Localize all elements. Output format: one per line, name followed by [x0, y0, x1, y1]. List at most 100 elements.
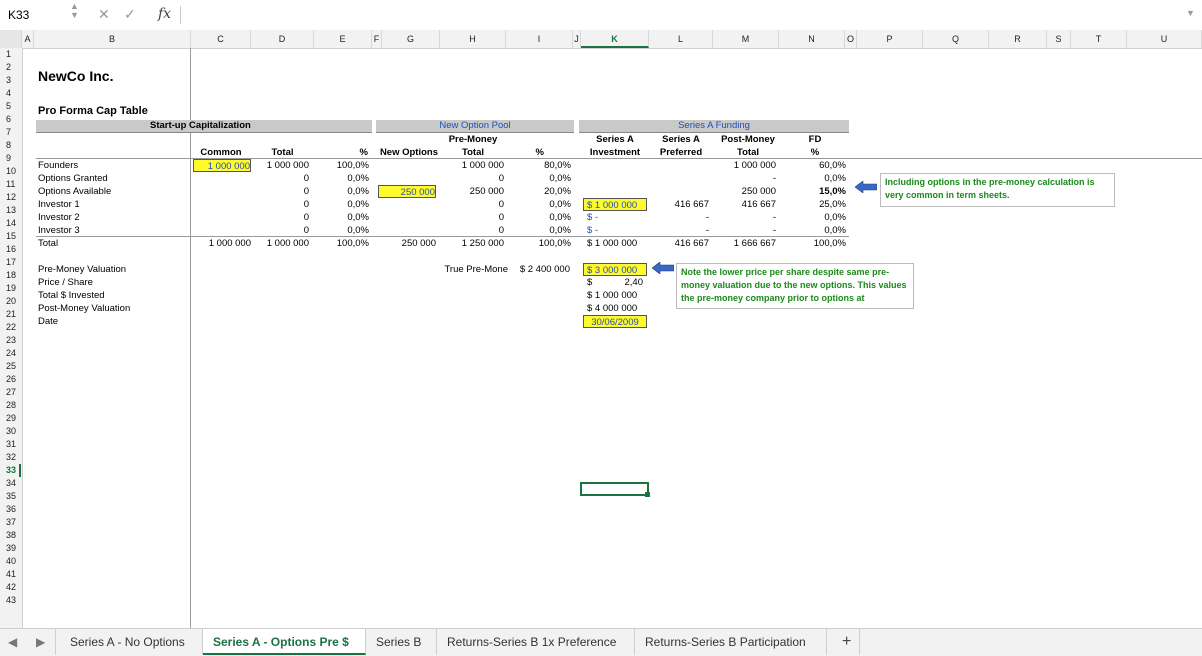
column-header[interactable]: L: [649, 30, 713, 48]
row-header[interactable]: 7: [0, 126, 21, 139]
column-header-selected[interactable]: K: [581, 30, 649, 48]
column-header[interactable]: T: [1071, 30, 1127, 48]
table-cell-inv[interactable]: [583, 185, 647, 198]
tab-series-a-no-options[interactable]: Series A - No Options: [60, 629, 203, 655]
row-header[interactable]: 10: [0, 165, 21, 178]
table-cell-total[interactable]: 1 000 000: [251, 237, 309, 250]
column-header[interactable]: O: [845, 30, 857, 48]
table-cell-pref[interactable]: 416 667: [649, 198, 709, 211]
column-header[interactable]: N: [779, 30, 845, 48]
table-cell-pct[interactable]: 0,0%: [314, 185, 369, 198]
table-cell-post[interactable]: -: [713, 172, 776, 185]
table-cell-fd[interactable]: 60,0%: [779, 159, 846, 172]
table-cell-inv[interactable]: $ 1 000 000: [583, 198, 647, 211]
table-cell-post[interactable]: -: [713, 211, 776, 224]
pre-money-valuation-cell[interactable]: $ 3 000 000: [583, 263, 647, 276]
table-cell-common[interactable]: 1 000 000: [193, 237, 251, 250]
row-header[interactable]: 42: [0, 581, 21, 594]
column-header[interactable]: U: [1127, 30, 1202, 48]
table-cell-common[interactable]: 1 000 000: [193, 159, 251, 172]
column-header[interactable]: E: [314, 30, 372, 48]
row-header[interactable]: 29: [0, 412, 21, 425]
row-header[interactable]: 15: [0, 230, 21, 243]
fill-handle[interactable]: [645, 492, 650, 497]
row-header[interactable]: 32: [0, 451, 21, 464]
row-header[interactable]: 25: [0, 360, 21, 373]
column-header[interactable]: C: [191, 30, 251, 48]
table-cell-post[interactable]: 1 000 000: [713, 159, 776, 172]
table-cell-inv[interactable]: $ -: [583, 211, 651, 224]
table-cell-pre-total[interactable]: 0: [440, 198, 504, 211]
table-cell-inv[interactable]: $ 1 000 000: [583, 237, 651, 250]
row-header[interactable]: 6: [0, 113, 21, 126]
table-cell-new-opt[interactable]: [378, 211, 436, 224]
name-box-stepper-icon[interactable]: ▲ ▼: [70, 2, 79, 20]
row-header[interactable]: 3: [0, 74, 21, 87]
row-header[interactable]: 2: [0, 61, 21, 74]
table-cell-label[interactable]: Founders: [38, 159, 188, 172]
column-header[interactable]: J: [573, 30, 581, 48]
table-cell-pre-pct[interactable]: 20,0%: [506, 185, 571, 198]
table-cell-pref[interactable]: 416 667: [649, 237, 709, 250]
table-cell-label[interactable]: Investor 3: [38, 224, 188, 237]
table-cell-common[interactable]: [193, 198, 251, 211]
table-cell-label[interactable]: Investor 2: [38, 211, 188, 224]
table-cell-pref[interactable]: -: [649, 211, 709, 224]
table-cell-new-opt[interactable]: [378, 224, 436, 237]
table-cell-total[interactable]: 0: [251, 172, 309, 185]
table-cell-fd[interactable]: 0,0%: [779, 172, 846, 185]
column-header[interactable]: M: [713, 30, 779, 48]
row-header[interactable]: 5: [0, 100, 21, 113]
selected-cell-k33[interactable]: [580, 482, 649, 496]
column-header[interactable]: D: [251, 30, 314, 48]
price-per-share-cell[interactable]: 2,40: [583, 276, 644, 289]
row-header[interactable]: 39: [0, 542, 21, 555]
table-cell-total[interactable]: 0: [251, 211, 309, 224]
row-header[interactable]: 19: [0, 282, 21, 295]
table-cell-pre-pct[interactable]: 0,0%: [506, 172, 571, 185]
row-header[interactable]: 23: [0, 334, 21, 347]
table-cell-fd[interactable]: 0,0%: [779, 224, 846, 237]
table-cell-inv[interactable]: $ -: [583, 224, 651, 237]
row-header[interactable]: 36: [0, 503, 21, 516]
table-cell-pref[interactable]: [649, 185, 709, 198]
tab-scroll-right-icon[interactable]: ▶: [28, 629, 56, 655]
table-cell-total[interactable]: 0: [251, 224, 309, 237]
table-cell-pre-pct[interactable]: 0,0%: [506, 211, 571, 224]
row-header[interactable]: 24: [0, 347, 21, 360]
table-cell-inv[interactable]: [583, 159, 647, 172]
table-cell-common[interactable]: [193, 211, 251, 224]
table-cell-total[interactable]: 0: [251, 185, 309, 198]
table-cell-label[interactable]: Investor 1: [38, 198, 188, 211]
table-cell-common[interactable]: [193, 172, 251, 185]
table-cell-pre-total[interactable]: 0: [440, 224, 504, 237]
row-header[interactable]: 16: [0, 243, 21, 256]
table-cell-pref[interactable]: [649, 159, 709, 172]
column-header[interactable]: B: [34, 30, 191, 48]
table-cell-pre-total[interactable]: 0: [440, 211, 504, 224]
table-cell-total[interactable]: 0: [251, 198, 309, 211]
row-header[interactable]: 11: [0, 178, 21, 191]
row-header[interactable]: 26: [0, 373, 21, 386]
total-invested-cell[interactable]: $ 1 000 000: [587, 289, 637, 302]
select-all-corner[interactable]: [0, 30, 22, 48]
table-cell-new-opt[interactable]: 250 000: [378, 237, 436, 250]
table-cell-label[interactable]: Options Available: [38, 185, 188, 198]
column-header[interactable]: R: [989, 30, 1047, 48]
table-cell-new-opt[interactable]: 250 000: [378, 185, 436, 198]
row-header[interactable]: 40: [0, 555, 21, 568]
column-header[interactable]: A: [22, 30, 34, 48]
table-cell-common[interactable]: [193, 224, 251, 237]
row-header[interactable]: 28: [0, 399, 21, 412]
row-header[interactable]: 1: [0, 48, 21, 61]
table-cell-pct[interactable]: 0,0%: [314, 198, 369, 211]
column-header[interactable]: S: [1047, 30, 1071, 48]
table-cell-inv[interactable]: [583, 172, 647, 185]
row-header[interactable]: 8: [0, 139, 21, 152]
table-cell-pct[interactable]: 0,0%: [314, 224, 369, 237]
column-header[interactable]: G: [382, 30, 440, 48]
table-cell-fd[interactable]: 0,0%: [779, 211, 846, 224]
table-cell-pre-total[interactable]: 1 250 000: [440, 237, 504, 250]
table-cell-pct[interactable]: 100,0%: [314, 237, 369, 250]
table-cell-pre-total[interactable]: 1 000 000: [440, 159, 504, 172]
